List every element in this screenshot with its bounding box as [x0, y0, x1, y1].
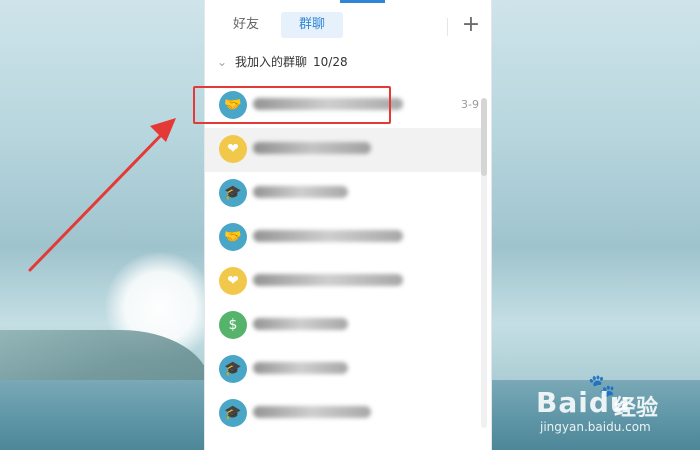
heart-icon: ❤ — [219, 267, 247, 295]
contacts-panel: 好友 群聊 + ⌄ 我加入的群聊 10/28 🤝 3-9 ❤ 🎓 🤝 ❤ $ 🎓 — [204, 0, 492, 450]
group-item[interactable]: ❤ — [205, 128, 481, 172]
chevron-down-icon: ⌄ — [217, 55, 228, 69]
group-name-redacted — [253, 362, 348, 374]
scrollbar[interactable] — [481, 98, 487, 428]
group-item[interactable]: 🤝 — [205, 216, 481, 260]
last-message-time: 3-9 — [461, 98, 479, 111]
baidu-watermark: 🐾 Baidu 经验 jingyan.baidu.com — [536, 374, 696, 444]
graduation-cap-icon: 🎓 — [219, 355, 247, 383]
group-section-header[interactable]: ⌄ 我加入的群聊 10/28 — [217, 52, 348, 72]
highlight-box — [193, 86, 391, 124]
watermark-url: jingyan.baidu.com — [540, 420, 651, 434]
group-name-redacted — [253, 318, 348, 330]
group-item[interactable]: $ — [205, 304, 481, 348]
group-name-redacted — [253, 186, 348, 198]
divider — [447, 18, 448, 36]
tab-friends[interactable]: 好友 — [225, 12, 267, 38]
group-name-redacted — [253, 230, 403, 242]
money-bag-icon: $ — [219, 311, 247, 339]
contact-tabs: 好友 群聊 + — [205, 10, 491, 40]
graduation-cap-icon: 🎓 — [219, 179, 247, 207]
group-item[interactable]: ❤ — [205, 260, 481, 304]
graduation-cap-icon: 🎓 — [219, 399, 247, 427]
handshake-icon: 🤝 — [219, 223, 247, 251]
active-indicator — [340, 0, 385, 3]
group-item[interactable]: 🎓 — [205, 392, 481, 436]
section-label: 我加入的群聊 — [235, 55, 308, 69]
group-name-redacted — [253, 406, 371, 418]
plus-icon[interactable]: + — [458, 12, 484, 38]
group-name-redacted — [253, 142, 371, 154]
tab-groups[interactable]: 群聊 — [281, 12, 343, 38]
group-item[interactable]: 🎓 — [205, 172, 481, 216]
scrollbar-thumb[interactable] — [481, 98, 487, 176]
group-name-redacted — [253, 274, 403, 286]
heart-icon: ❤ — [219, 135, 247, 163]
watermark-cn: 经验 — [614, 396, 659, 421]
section-count: 10/28 — [313, 55, 348, 69]
group-item[interactable]: 🎓 — [205, 348, 481, 392]
